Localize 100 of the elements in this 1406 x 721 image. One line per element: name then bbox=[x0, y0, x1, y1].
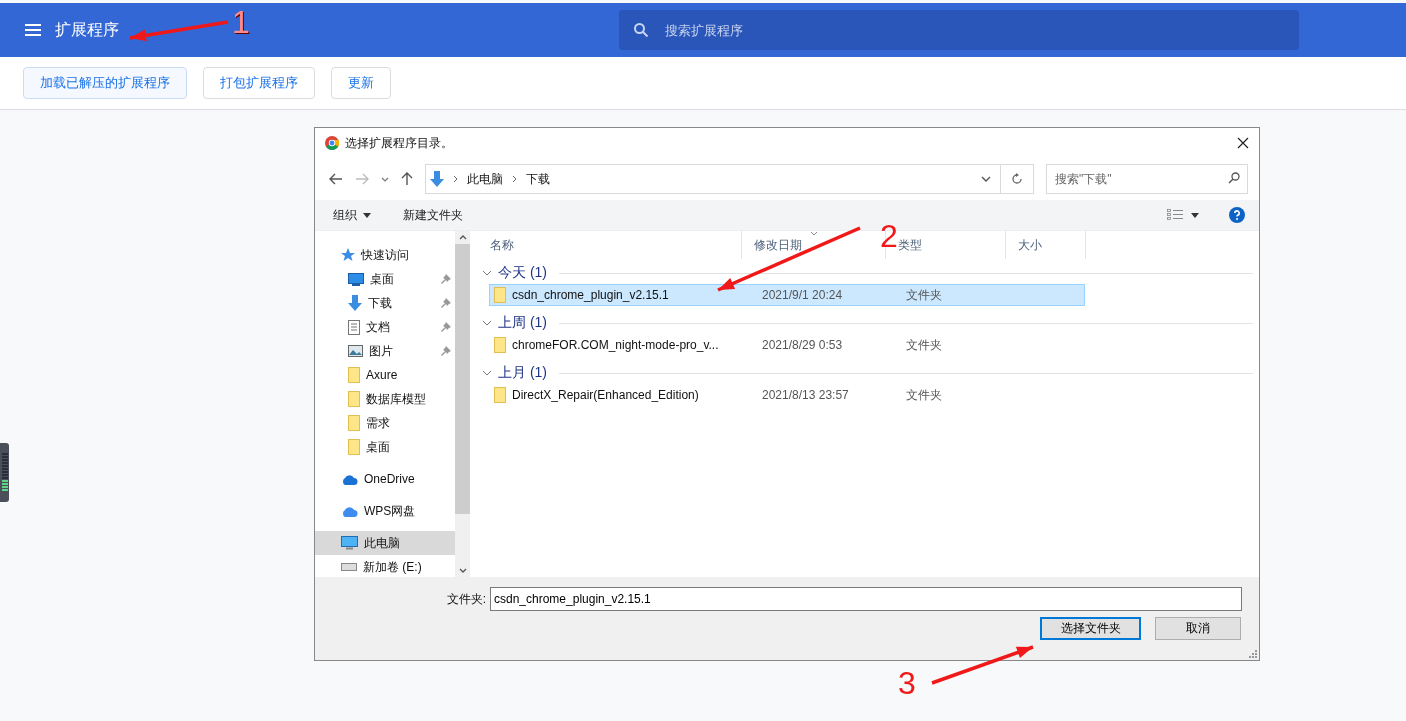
toolbar-button[interactable]: 更新 bbox=[331, 67, 391, 99]
search-icon bbox=[633, 22, 649, 38]
nav-item[interactable]: WPS网盘 bbox=[315, 499, 455, 523]
file-row[interactable]: DirectX_Repair(Enhanced_Edition) 2021/8/13 23:57 文件夹 bbox=[489, 384, 1085, 406]
nav-item[interactable]: 下载 bbox=[315, 291, 455, 315]
nav-item[interactable]: 需求 bbox=[315, 411, 455, 435]
resize-grip-icon[interactable] bbox=[1249, 650, 1257, 658]
monitor-icon bbox=[348, 272, 364, 286]
nav-label: 桌面 bbox=[366, 438, 390, 456]
back-arrow-icon[interactable] bbox=[329, 173, 343, 185]
nav-item[interactable]: 桌面 bbox=[315, 435, 455, 459]
nav-label: 此电脑 bbox=[364, 534, 400, 552]
command-button[interactable]: 新建文件夹 bbox=[397, 202, 469, 228]
chevron-icon bbox=[512, 175, 517, 183]
close-icon[interactable] bbox=[1237, 137, 1249, 149]
cloud-icon bbox=[341, 505, 358, 517]
annotation-number: 3 bbox=[898, 667, 916, 699]
command-button[interactable]: 组织 bbox=[327, 202, 377, 228]
folder-icon bbox=[348, 415, 360, 431]
group-heading[interactable]: 上周 (1) bbox=[498, 314, 547, 332]
nav-item[interactable]: Axure bbox=[315, 363, 455, 387]
folder-label: 文件夹: bbox=[446, 590, 486, 608]
annotation-number: 1 bbox=[232, 6, 250, 38]
nav-label: Axure bbox=[366, 368, 398, 382]
dialog-title: 选择扩展程序目录。 bbox=[345, 134, 453, 152]
nav-label: 数据库模型 bbox=[366, 390, 426, 408]
refresh-icon bbox=[1011, 173, 1023, 185]
toolbar-button[interactable]: 加载已解压的扩展程序 bbox=[23, 67, 187, 99]
file-date: 2021/9/1 20:24 bbox=[761, 288, 844, 302]
nav-label: OneDrive bbox=[364, 472, 415, 486]
group-heading[interactable]: 今天 (1) bbox=[498, 264, 547, 282]
nav-label: 需求 bbox=[366, 414, 390, 432]
folder-icon bbox=[348, 367, 360, 383]
dialog-button[interactable]: 取消 bbox=[1155, 617, 1241, 640]
cloud-icon bbox=[341, 473, 358, 485]
file-date: 2021/8/13 23:57 bbox=[761, 388, 850, 402]
menu-icon[interactable] bbox=[25, 24, 41, 36]
breadcrumb-item[interactable]: 此电脑 bbox=[467, 170, 503, 188]
drive-icon bbox=[341, 563, 357, 571]
nav-item[interactable]: 此电脑 bbox=[315, 531, 455, 555]
scroll-up-icon[interactable] bbox=[458, 235, 467, 240]
download-arrow-icon bbox=[430, 171, 444, 187]
nav-label: 桌面 bbox=[370, 270, 394, 288]
up-arrow-icon[interactable] bbox=[401, 172, 413, 186]
folder-icon bbox=[348, 391, 360, 407]
file-name: DirectX_Repair(Enhanced_Edition) bbox=[490, 387, 754, 403]
scrollbar[interactable] bbox=[455, 231, 470, 577]
view-options-icon[interactable] bbox=[1167, 209, 1183, 221]
scroll-down-icon[interactable] bbox=[458, 568, 467, 573]
column-header[interactable]: 名称 bbox=[478, 231, 742, 259]
nav-label: 新加卷 (E:) bbox=[363, 558, 422, 576]
folder-name-field[interactable]: csdn_chrome_plugin_v2.15.1 bbox=[490, 587, 1242, 611]
file-date: 2021/8/29 0:53 bbox=[761, 338, 844, 352]
browser-logo-icon bbox=[325, 136, 339, 150]
folder-icon bbox=[494, 387, 506, 403]
nav-item[interactable]: 快速访问 bbox=[315, 243, 455, 267]
dropdown-caret-icon[interactable] bbox=[981, 176, 991, 182]
nav-item[interactable]: 图片 bbox=[315, 339, 455, 363]
folder-icon bbox=[494, 287, 506, 303]
picture-icon bbox=[348, 345, 363, 357]
search-icon bbox=[1228, 172, 1240, 184]
nav-label: 图片 bbox=[369, 342, 393, 360]
nav-label: WPS网盘 bbox=[364, 502, 416, 520]
document-icon bbox=[348, 319, 360, 335]
file-row[interactable]: csdn_chrome_plugin_v2.15.1 2021/9/1 20:24 文件夹 bbox=[489, 284, 1085, 306]
nav-item[interactable]: 文档 bbox=[315, 315, 455, 339]
search-field[interactable]: 搜索扩展程序 bbox=[619, 10, 1299, 50]
group-heading[interactable]: 上月 (1) bbox=[498, 364, 547, 382]
nav-item[interactable]: 新加卷 (E:) bbox=[315, 555, 455, 577]
folder-icon bbox=[494, 337, 506, 353]
dialog-button[interactable]: 选择文件夹 bbox=[1040, 617, 1141, 640]
toolbar-button[interactable]: 打包扩展程序 bbox=[203, 67, 315, 99]
file-type: 文件夹 bbox=[905, 286, 943, 304]
recent-caret-icon[interactable] bbox=[381, 176, 389, 182]
file-name: csdn_chrome_plugin_v2.15.1 bbox=[490, 287, 754, 303]
level-meter-icon bbox=[1, 452, 8, 493]
nav-label: 文档 bbox=[366, 318, 390, 336]
page-title: 扩展程序 bbox=[55, 19, 119, 40]
collapse-chevron-icon[interactable] bbox=[482, 370, 492, 376]
collapse-chevron-icon[interactable] bbox=[482, 320, 492, 326]
caret-icon[interactable] bbox=[1191, 212, 1199, 218]
collapse-chevron-icon[interactable] bbox=[482, 270, 492, 276]
computer-icon bbox=[341, 536, 358, 550]
side-widget[interactable] bbox=[0, 443, 9, 502]
file-row[interactable]: chromeFOR.COM_night-mode-pro_v... 2021/8/29 0:53 文件夹 bbox=[489, 334, 1085, 356]
nav-item[interactable]: 桌面 bbox=[315, 267, 455, 291]
star-icon bbox=[341, 248, 355, 262]
column-header[interactable]: 大小 bbox=[1006, 231, 1086, 259]
breadcrumb-item[interactable]: 下载 bbox=[526, 170, 550, 188]
scrollbar-thumb[interactable] bbox=[455, 244, 470, 514]
search-field[interactable]: 搜索"下载" bbox=[1046, 164, 1248, 194]
nav-item[interactable]: 数据库模型 bbox=[315, 387, 455, 411]
address-bar[interactable]: 此电脑 下载 bbox=[425, 164, 1034, 194]
nav-item[interactable]: OneDrive bbox=[315, 467, 455, 491]
help-icon[interactable] bbox=[1229, 207, 1245, 223]
nav-label: 下载 bbox=[368, 294, 392, 312]
chevron-icon bbox=[453, 175, 458, 183]
file-type: 文件夹 bbox=[905, 386, 943, 404]
folder-icon bbox=[348, 439, 360, 455]
file-type: 文件夹 bbox=[905, 336, 943, 354]
